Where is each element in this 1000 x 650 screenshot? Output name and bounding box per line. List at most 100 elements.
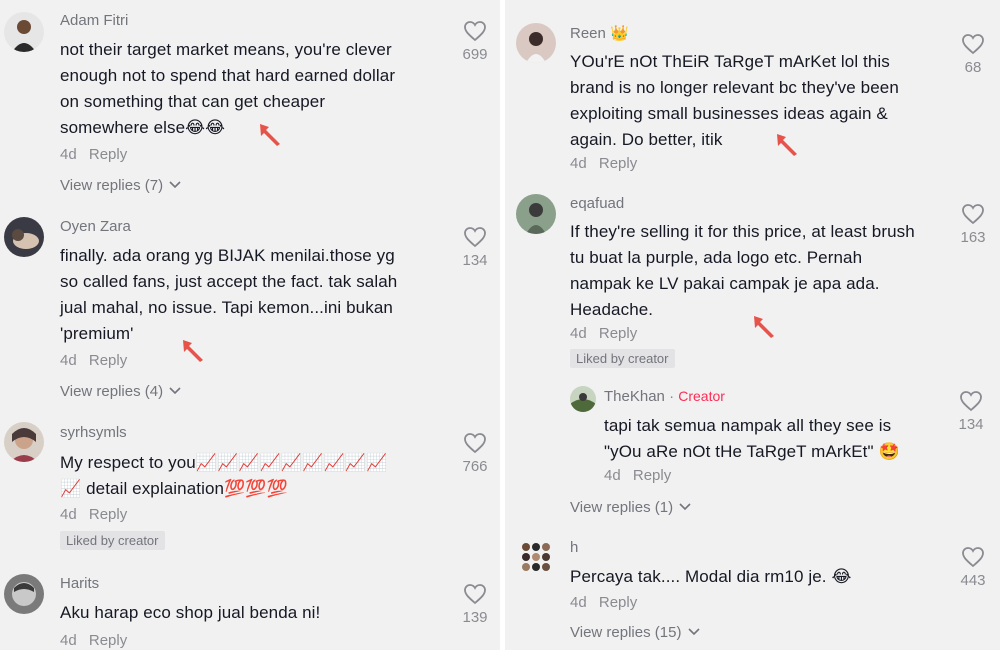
like-button[interactable]: 163 xyxy=(951,203,995,246)
heart-outline-icon xyxy=(464,227,486,248)
like-count: 139 xyxy=(462,609,488,626)
comments-column-right: Reen 👑 YOu'rE nOt ThEiR TaRgeT mArKet lo… xyxy=(505,0,1000,650)
comment-line: nampak ke LV pakai campak je apa ada. xyxy=(570,274,880,293)
avatar[interactable] xyxy=(516,194,556,234)
view-replies-button[interactable]: View replies (1) xyxy=(570,499,691,516)
comment-line: If they're selling it for this price, at… xyxy=(570,222,915,241)
comment-line: Aku harap eco shop jual benda ni! xyxy=(60,603,321,622)
view-replies-button[interactable]: View replies (4) xyxy=(60,383,181,400)
liked-by-creator-badge: Liked by creator xyxy=(570,349,675,368)
heart-outline-icon xyxy=(962,204,984,225)
chevron-down-icon xyxy=(688,628,700,636)
reply-button[interactable]: Reply xyxy=(599,155,637,172)
comment-text: finally. ada orang yg BIJAK menilai.thos… xyxy=(60,243,450,347)
heart-outline-icon xyxy=(962,34,984,55)
username[interactable]: Reen 👑 xyxy=(570,24,629,42)
comment-meta: 4d Reply xyxy=(570,325,637,342)
comment-meta: 4d Reply xyxy=(570,594,637,611)
red-arrow-annotation xyxy=(260,124,280,146)
like-count: 68 xyxy=(964,59,982,76)
comment-time: 4d xyxy=(60,506,77,523)
like-count: 134 xyxy=(958,416,984,433)
comment-time: 4d xyxy=(60,632,77,649)
username[interactable]: syrhsymls xyxy=(60,424,127,441)
comment-meta: 4d Reply xyxy=(60,146,127,163)
chevron-down-icon xyxy=(169,387,181,395)
avatar[interactable] xyxy=(4,217,44,257)
red-arrow-annotation xyxy=(754,316,774,338)
comment-line: enough not to spend that hard earned dol… xyxy=(60,66,396,85)
like-count: 699 xyxy=(462,46,488,63)
comment-meta: 4d Reply xyxy=(60,506,127,523)
view-replies-label: View replies (15) xyxy=(570,624,682,641)
avatar[interactable] xyxy=(4,12,44,52)
like-button[interactable]: 766 xyxy=(453,432,497,475)
comment-line: on something that can get cheaper xyxy=(60,92,326,111)
username-text: TheKhan xyxy=(604,388,665,405)
comment-line: tapi tak semua nampak all they see is xyxy=(604,416,892,435)
avatar[interactable] xyxy=(516,537,556,577)
comment-time: 4d xyxy=(570,325,587,342)
like-button[interactable]: 134 xyxy=(453,226,497,269)
chevron-down-icon xyxy=(169,181,181,189)
comment-line: finally. ada orang yg BIJAK menilai.thos… xyxy=(60,246,395,265)
heart-outline-icon xyxy=(960,391,982,412)
username[interactable]: eqafuad xyxy=(570,195,624,212)
reply-button[interactable]: Reply xyxy=(89,146,127,163)
avatar[interactable] xyxy=(570,386,596,412)
comment-text: not their target market means, you're cl… xyxy=(60,37,450,141)
red-arrow-annotation xyxy=(777,134,797,156)
like-button[interactable]: 68 xyxy=(951,33,995,76)
like-count: 443 xyxy=(960,572,986,589)
reply-button[interactable]: Reply xyxy=(633,467,671,484)
comment-line: YOu'rE nOt ThEiR TaRgeT mArKet lol this xyxy=(570,52,890,71)
reply-button[interactable]: Reply xyxy=(89,506,127,523)
avatar[interactable] xyxy=(4,574,44,614)
username[interactable]: Oyen Zara xyxy=(60,218,131,235)
comment-line: tu buat la purple, ada logo etc. Pernah xyxy=(570,248,863,267)
comment-time: 4d xyxy=(604,467,621,484)
comments-column-left: Adam Fitri not their target market means… xyxy=(0,0,500,650)
like-button[interactable]: 139 xyxy=(453,583,497,626)
reply-button[interactable]: Reply xyxy=(89,632,127,649)
username[interactable]: TheKhan · Creator xyxy=(604,388,725,405)
comment-time: 4d xyxy=(570,155,587,172)
reply-button[interactable]: Reply xyxy=(89,352,127,369)
avatar[interactable] xyxy=(4,422,44,462)
heart-outline-icon xyxy=(464,433,486,454)
like-button[interactable]: 134 xyxy=(949,390,993,433)
username[interactable]: Adam Fitri xyxy=(60,12,128,29)
view-replies-button[interactable]: View replies (7) xyxy=(60,177,181,194)
liked-by-creator-badge: Liked by creator xyxy=(60,531,165,550)
comment-line: brand is no longer relevant bc they've b… xyxy=(570,78,899,97)
like-count: 163 xyxy=(960,229,986,246)
view-replies-label: View replies (7) xyxy=(60,177,164,194)
like-button[interactable]: 443 xyxy=(951,546,995,589)
red-arrow-annotation xyxy=(183,340,203,362)
comment-line: exploiting small businesses ideas again … xyxy=(570,104,888,123)
comment-line: not their target market means, you're cl… xyxy=(60,40,392,59)
comment-time: 4d xyxy=(570,594,587,611)
username-text: Reen xyxy=(570,25,606,42)
comment-meta: 4d Reply xyxy=(60,352,127,369)
reply-button[interactable]: Reply xyxy=(599,325,637,342)
comment-line: somewhere else😂😂 xyxy=(60,118,226,137)
comment-line: My respect to you📈📈📈📈📈📈📈📈📈 xyxy=(60,453,388,472)
comment-line: "yOu aRe nOt tHe TaRgeT mArkEt" 🤩 xyxy=(604,442,900,461)
view-replies-label: View replies (1) xyxy=(570,499,674,516)
heart-outline-icon xyxy=(962,547,984,568)
view-replies-button[interactable]: View replies (15) xyxy=(570,624,700,641)
comment-meta: 4d Reply xyxy=(60,632,127,649)
comment-line: so called fans, just accept the fact. ta… xyxy=(60,272,398,291)
comment-text: Percaya tak.... Modal dia rm10 je. 😂 xyxy=(570,564,955,590)
comment-text: Aku harap eco shop jual benda ni! xyxy=(60,600,450,626)
heart-outline-icon xyxy=(464,584,486,605)
reply-button[interactable]: Reply xyxy=(599,594,637,611)
comment-line: again. Do better, itik xyxy=(570,130,723,149)
avatar[interactable] xyxy=(516,23,556,63)
comment-meta: 4d Reply xyxy=(570,155,637,172)
like-button[interactable]: 699 xyxy=(453,20,497,63)
comment-meta: 4d Reply xyxy=(604,467,671,484)
username[interactable]: Harits xyxy=(60,575,99,592)
username[interactable]: h xyxy=(570,539,578,556)
